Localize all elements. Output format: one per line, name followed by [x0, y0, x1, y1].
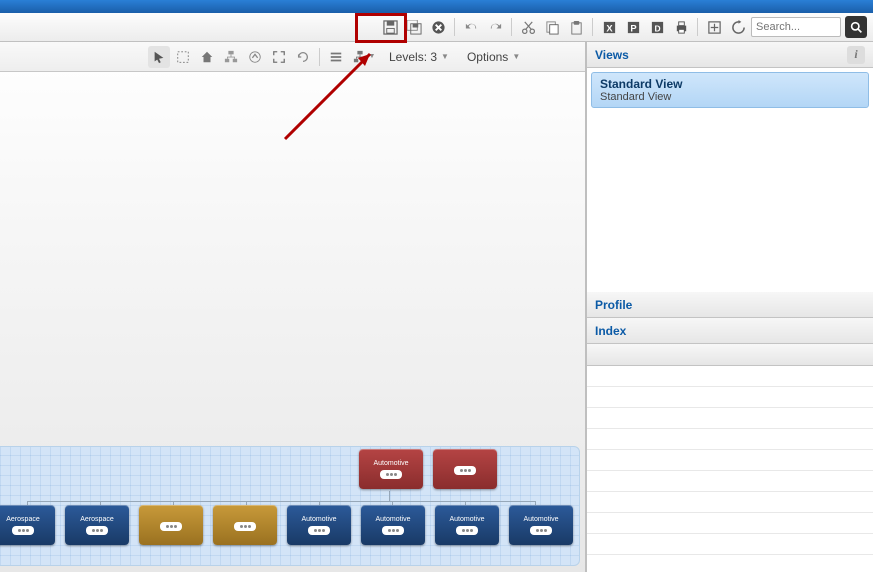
views-body: Standard View Standard View: [587, 68, 873, 292]
canvas-toolbar: ▼ Levels: 3 ▼ Options ▼: [0, 42, 585, 72]
index-title: Index: [595, 324, 626, 338]
fullscreen-icon[interactable]: [268, 46, 290, 68]
subtree-icon[interactable]: [220, 46, 242, 68]
print-icon[interactable]: [670, 16, 692, 38]
org-node[interactable]: [139, 505, 203, 545]
search-input[interactable]: [751, 17, 841, 37]
profile-title: Profile: [595, 298, 632, 312]
node-chip: [530, 526, 552, 535]
search-button[interactable]: [845, 16, 867, 38]
redo-icon[interactable]: [484, 16, 506, 38]
saveall-icon[interactable]: [403, 16, 425, 38]
top-toolbar: X P D: [0, 13, 873, 42]
node-label: Aerospace: [6, 516, 39, 523]
node-chip: [12, 526, 34, 535]
view-item-subtitle: Standard View: [600, 91, 860, 103]
cut-icon[interactable]: [517, 16, 539, 38]
options-label: Options: [467, 50, 508, 64]
org-node[interactable]: Aerospace: [65, 505, 129, 545]
node-label: Automotive: [449, 516, 484, 523]
profile-header[interactable]: Profile: [587, 292, 873, 318]
grid-row[interactable]: [587, 387, 873, 408]
node-chip: [454, 466, 476, 475]
node-label: Automotive: [375, 516, 410, 523]
undo-icon[interactable]: [460, 16, 482, 38]
org-node[interactable]: Automotive: [435, 505, 499, 545]
org-node[interactable]: Automotive: [287, 505, 351, 545]
grid-row[interactable]: [587, 534, 873, 555]
node-chip: [456, 526, 478, 535]
chevron-down-icon: ▼: [512, 52, 520, 61]
svg-text:D: D: [654, 23, 660, 33]
separator: [319, 48, 320, 66]
node-label: Automotive: [301, 516, 336, 523]
chevron-down-icon: ▼: [441, 52, 449, 61]
org-node[interactable]: Automotive: [509, 505, 573, 545]
org-node[interactable]: [433, 449, 497, 489]
separator: [697, 18, 698, 36]
svg-text:X: X: [606, 23, 613, 33]
sidebar: Views i Standard View Standard View Prof…: [586, 42, 873, 572]
levels-label: Levels: 3: [389, 50, 437, 64]
export-pdf-icon[interactable]: D: [646, 16, 668, 38]
node-chip: [382, 526, 404, 535]
export-ppt-icon[interactable]: P: [622, 16, 644, 38]
collapse-up-icon[interactable]: [244, 46, 266, 68]
grid-row[interactable]: [587, 429, 873, 450]
svg-text:P: P: [630, 23, 636, 33]
node-chip: [160, 522, 182, 531]
view-item-title: Standard View: [600, 77, 860, 91]
org-chart[interactable]: Automotive Aerospace Aerospace Automotive A…: [0, 446, 580, 566]
export-excel-icon[interactable]: X: [598, 16, 620, 38]
grid-header: [587, 344, 873, 366]
org-node[interactable]: [213, 505, 277, 545]
separator: [592, 18, 593, 36]
separator: [511, 18, 512, 36]
org-node[interactable]: Automotive: [361, 505, 425, 545]
layout-icon[interactable]: [325, 46, 347, 68]
options-dropdown[interactable]: Options ▼: [459, 46, 528, 68]
grid-row[interactable]: [587, 513, 873, 534]
node-chip: [380, 470, 402, 479]
canvas[interactable]: ▼ Levels: 3 ▼ Options ▼ Automotiv: [0, 42, 586, 572]
hierarchy-dropdown[interactable]: ▼: [349, 46, 379, 68]
rotate-icon[interactable]: [292, 46, 314, 68]
separator: [454, 18, 455, 36]
header-band: [0, 0, 873, 13]
levels-dropdown[interactable]: Levels: 3 ▼: [381, 46, 457, 68]
org-node[interactable]: Aerospace: [0, 505, 55, 545]
node-chip: [234, 522, 256, 531]
grid-row[interactable]: [587, 492, 873, 513]
pointer-icon[interactable]: [148, 46, 170, 68]
grid-body[interactable]: [587, 366, 873, 572]
fit-icon[interactable]: [703, 16, 725, 38]
grid-row[interactable]: [587, 450, 873, 471]
paste-icon[interactable]: [565, 16, 587, 38]
view-item-standard[interactable]: Standard View Standard View: [591, 72, 869, 108]
node-chip: [86, 526, 108, 535]
close-icon[interactable]: [427, 16, 449, 38]
node-label: Automotive: [523, 516, 558, 523]
grid-row[interactable]: [587, 471, 873, 492]
node-chip: [308, 526, 330, 535]
node-label: Aerospace: [80, 516, 113, 523]
info-icon[interactable]: i: [847, 46, 865, 64]
save-icon[interactable]: [379, 16, 401, 38]
grid-row[interactable]: [587, 408, 873, 429]
main-area: ▼ Levels: 3 ▼ Options ▼ Automotiv: [0, 42, 873, 572]
node-label: Automotive: [373, 460, 408, 467]
marquee-icon[interactable]: [172, 46, 194, 68]
org-node[interactable]: Automotive: [359, 449, 423, 489]
home-icon[interactable]: [196, 46, 218, 68]
grid-row[interactable]: [587, 366, 873, 387]
refresh-icon[interactable]: [727, 16, 749, 38]
copy-icon[interactable]: [541, 16, 563, 38]
views-header[interactable]: Views i: [587, 42, 873, 68]
views-title: Views: [595, 48, 629, 62]
index-header[interactable]: Index: [587, 318, 873, 344]
